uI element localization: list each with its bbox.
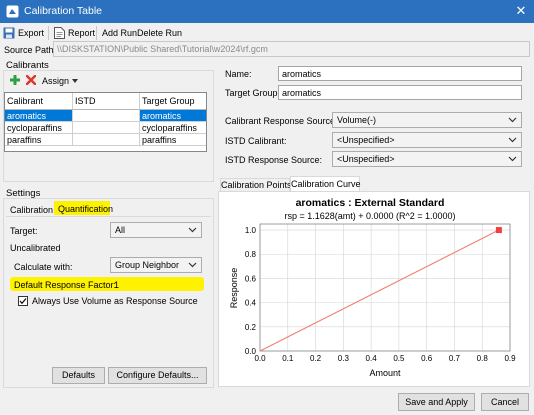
axis-ticks: 0.0 0.1 0.2 0.3 0.4 0.5 0.6 0.7 0.8 0.9 0.0 0.2 0.4 0… [245,226,516,363]
chart-panel: aromatics : External Standard rsp = 1.16… [218,191,530,387]
export-button[interactable]: Export [3,26,44,40]
chart-subtitle: rsp = 1.1628(amt) + 0.0000 (R^2 = 1.0000… [284,211,455,221]
document-icon [54,27,65,39]
chevron-down-icon [508,117,517,123]
uncalibrated-label: Uncalibrated [10,243,61,253]
table-cell[interactable]: aromatics [5,110,73,122]
table-cell[interactable] [73,122,140,134]
assign-label: Assign [42,76,70,86]
chevron-down-icon [188,262,197,268]
column-header-target-group[interactable]: Target Group [140,93,206,110]
toolbar-separator [48,26,49,40]
x-tick-label: 0.1 [282,354,294,363]
y-tick-label: 0.8 [245,250,257,259]
chart-series [259,227,502,352]
table-cell[interactable]: aromatics [140,110,206,122]
calibrants-table: Calibrant ISTD Target Group aromatics ar… [4,92,207,152]
column-header-istd[interactable]: ISTD [73,93,140,110]
report-button[interactable]: Report [54,26,95,40]
assign-dropdown[interactable]: Assign [42,76,79,86]
x-tick-label: 0.8 [477,354,489,363]
default-response-factor-label: Default Response Factor: [14,280,117,290]
istd-response-label: ISTD Response Source: [225,155,323,165]
report-label: Report [68,28,96,38]
save-icon [3,27,15,39]
chevron-down-icon [508,137,517,143]
calibration-chart: aromatics : External Standard rsp = 1.16… [229,197,516,378]
target-group-label: Target Group: [225,88,281,98]
chart-title: aromatics : External Standard [296,197,445,209]
calibration-point[interactable] [495,227,502,234]
y-tick-label: 0.0 [245,347,257,356]
defaults-button[interactable]: Defaults [52,367,105,384]
table-cell[interactable]: cycloparaffins [5,122,73,134]
tab-calibration-curve[interactable]: Calibration Curve [290,176,361,192]
table-cell[interactable]: cycloparaffins [140,122,206,134]
response-source-label: Calibrant Response Source: [225,116,338,126]
y-tick-label: 0.6 [245,274,257,283]
x-tick-label: 0.7 [449,354,461,363]
istd-calibrant-select[interactable]: <Unspecified> [332,132,522,148]
default-response-factor-field[interactable]: 1 [114,280,119,290]
window-title: Calibration Table [24,5,103,17]
table-cell[interactable] [73,110,140,122]
name-label: Name: [225,69,252,79]
name-field[interactable]: aromatics [278,66,522,81]
x-tick-label: 0.6 [421,354,433,363]
source-path-label: Source Path: [4,45,57,55]
target-label: Target: [10,226,38,236]
x-tick-label: 0.9 [504,354,516,363]
always-volume-option[interactable]: Always Use Volume as Response Source [18,296,198,306]
delete-run-button[interactable]: Delete Run [137,28,182,38]
tab-quantification[interactable]: Quantification [58,204,113,214]
chevron-down-icon [188,227,197,233]
tab-divider [6,216,211,217]
y-tick-label: 1.0 [245,226,257,235]
target-select[interactable]: All [110,222,202,238]
istd-response-value: <Unspecified> [337,154,395,164]
add-icon[interactable] [10,75,20,85]
toolbar-separator [96,26,97,40]
istd-calibrant-value: <Unspecified> [337,135,395,145]
response-source-select[interactable]: Volume(-) [332,112,522,128]
istd-response-select[interactable]: <Unspecified> [332,151,522,167]
tab-calibration[interactable]: Calibration [10,205,53,215]
calibration-line [259,229,500,352]
y-tick-label: 0.4 [245,299,257,308]
y-axis-label: Response [229,268,239,309]
cancel-button[interactable]: Cancel [481,393,529,411]
table-cell[interactable] [73,134,140,146]
export-label: Export [18,28,45,38]
x-tick-label: 0.3 [338,354,350,363]
source-path-field[interactable]: \\DISKSTATION\Public Shared\Tutorial\w20… [53,41,530,57]
checkbox-checked-icon[interactable] [18,296,28,306]
delete-icon[interactable] [26,75,36,85]
always-volume-label: Always Use Volume as Response Source [32,296,198,306]
app-icon [6,5,19,18]
target-group-field[interactable]: aromatics [278,85,522,100]
y-tick-label: 0.2 [245,323,257,332]
x-tick-label: 0.2 [310,354,322,363]
calculate-with-select[interactable]: Group Neighbor [110,257,202,273]
x-tick-label: 0.0 [254,354,266,363]
chevron-down-icon [508,156,517,162]
tab-calibration-points[interactable]: Calibration Points [220,178,292,192]
calculate-with-value: Group Neighbor [115,260,180,270]
calculate-with-label: Calculate with: [14,262,73,272]
column-header-calibrant[interactable]: Calibrant [5,93,73,110]
save-and-apply-button[interactable]: Save and Apply [398,393,475,411]
x-axis-label: Amount [369,368,401,378]
table-cell[interactable]: paraffins [5,134,73,146]
add-run-button[interactable]: Add Run [102,28,137,38]
table-cell[interactable]: paraffins [140,134,206,146]
response-source-value: Volume(-) [337,115,377,125]
caret-down-icon [72,79,79,83]
close-icon[interactable]: ✕ [513,3,529,19]
x-tick-label: 0.4 [366,354,378,363]
target-value: All [115,225,126,235]
title-bar: Calibration Table ✕ [0,0,534,23]
x-tick-label: 0.5 [393,354,405,363]
istd-calibrant-label: ISTD Calibrant: [225,136,287,146]
configure-defaults-button[interactable]: Configure Defaults... [108,367,207,384]
